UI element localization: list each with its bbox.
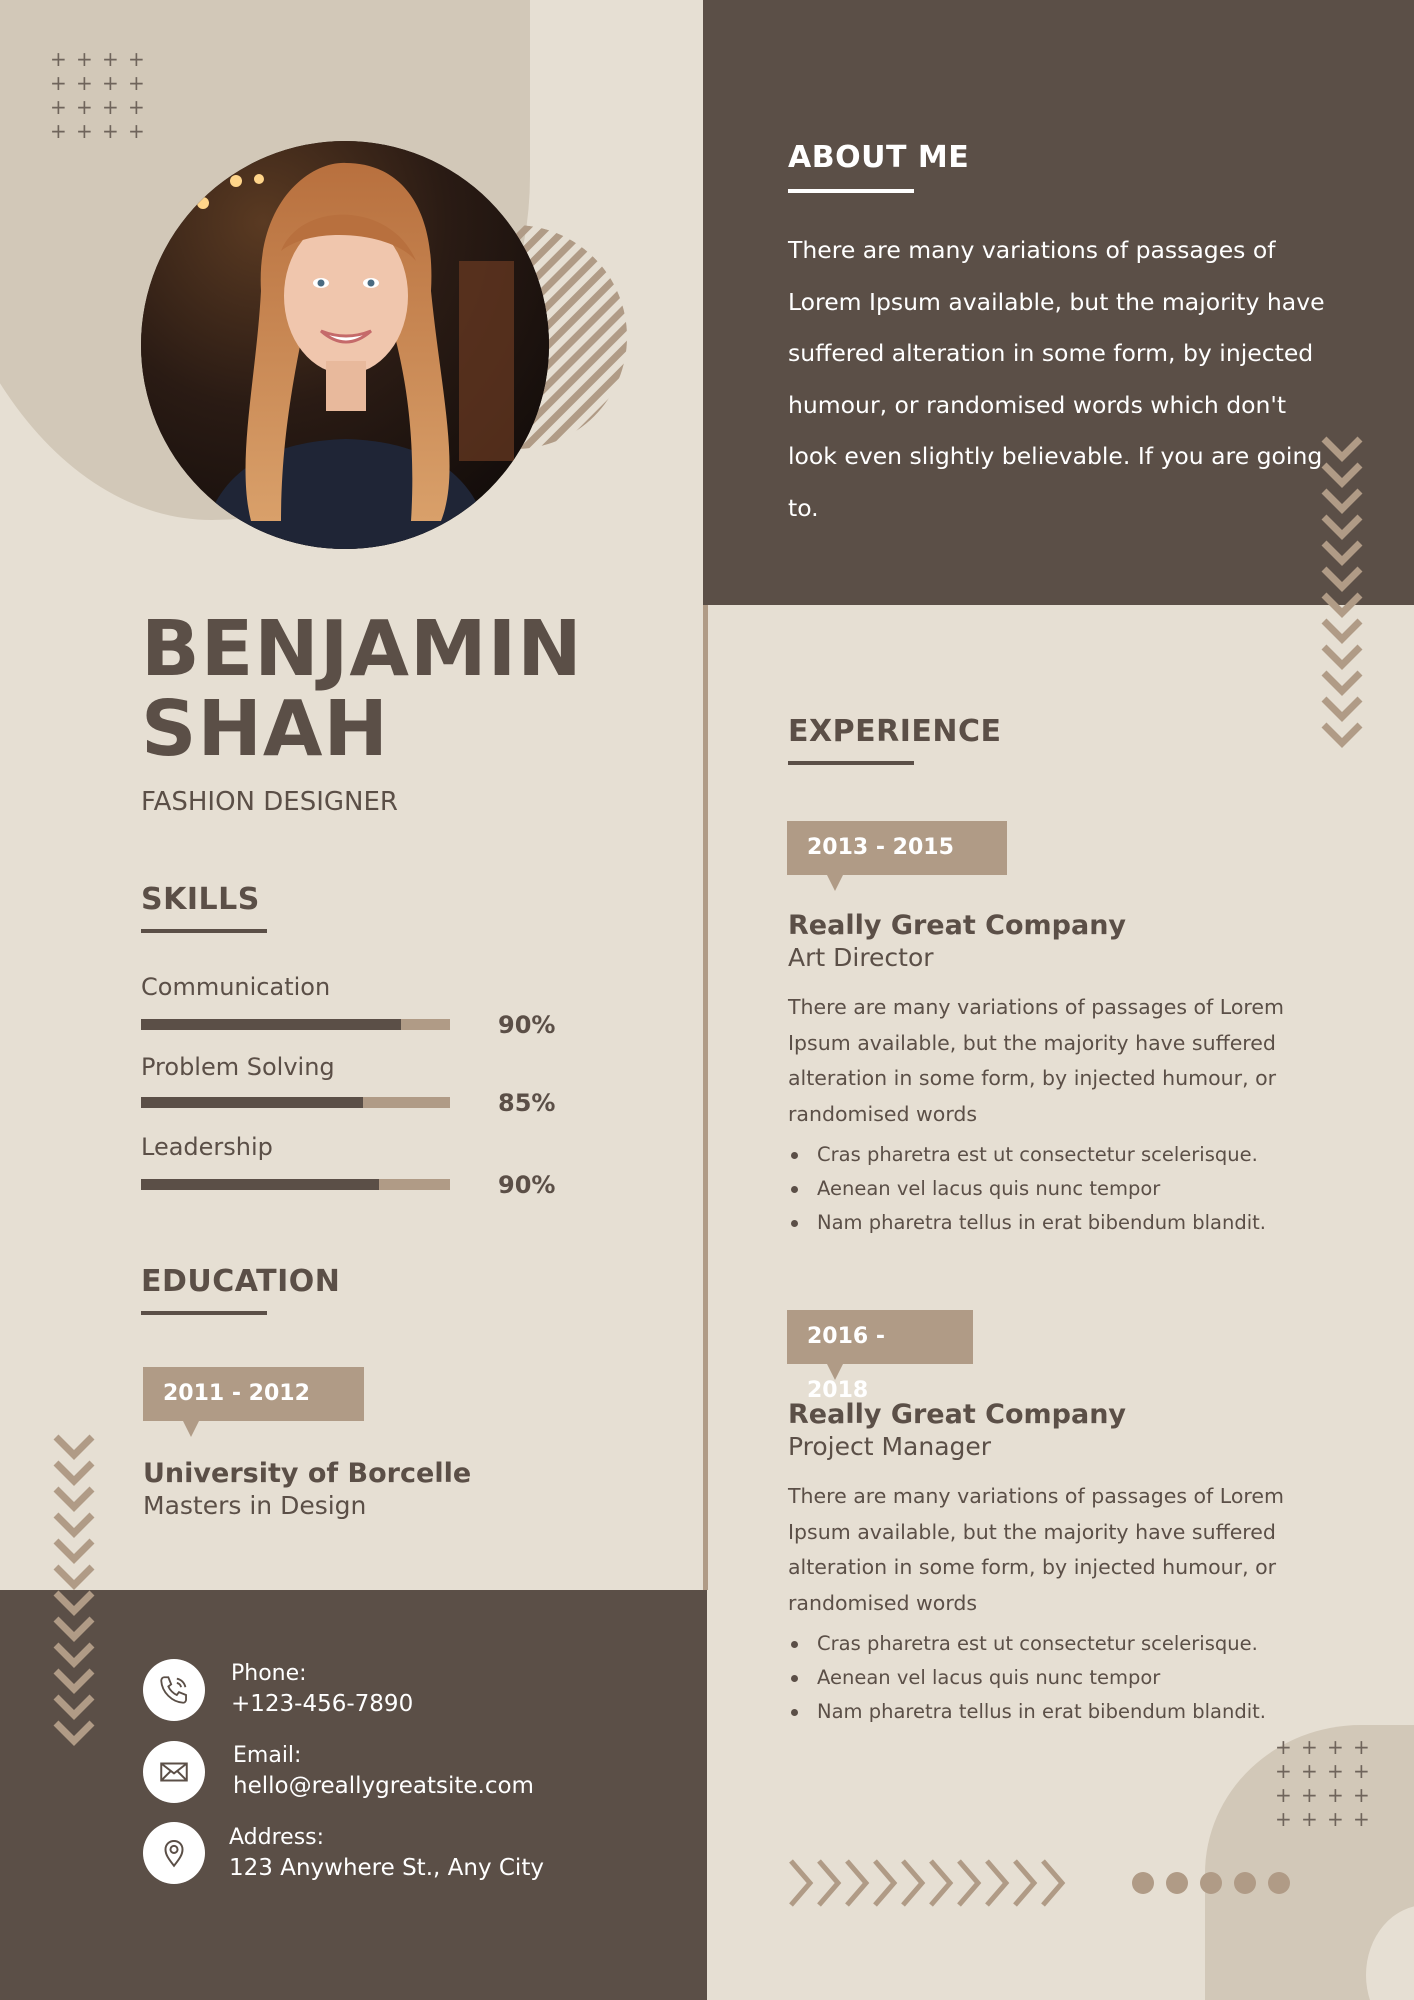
job-role: Project Manager	[788, 1432, 992, 1461]
experience-year-tag: 2016 - 2018	[787, 1310, 973, 1403]
skills-section: SKILLS	[141, 882, 267, 933]
education-year-tag: 2011 - 2012	[143, 1367, 364, 1437]
skill-percent: 90%	[498, 1171, 556, 1199]
address-label: Address:	[229, 1825, 325, 1850]
education-heading-underline	[141, 1311, 267, 1315]
chevron-column-left-decoration	[53, 1434, 95, 1746]
experience-years: 2016 - 2018	[787, 1310, 973, 1403]
job-bullets: Cras pharetra est ut consectetur sceleri…	[788, 1627, 1348, 1729]
experience-section: EXPERIENCE	[788, 714, 1001, 765]
experience-heading-underline	[788, 761, 914, 765]
location-pin-icon	[164, 1839, 184, 1868]
contact-phone-text: Phone: +123-456-7890	[231, 1658, 413, 1720]
skill-item: Problem Solving 85%	[141, 1053, 591, 1133]
contact-phone	[143, 1659, 205, 1721]
about-text: There are many variations of passages of…	[788, 236, 1325, 522]
decorative-dot	[1166, 1872, 1188, 1894]
bullet-item: Aenean vel lacus quis nunc tempor	[788, 1172, 1348, 1206]
experience-entry: Really Great Company Art Director There …	[788, 910, 1348, 1240]
phone-icon-circle	[143, 1659, 205, 1721]
education-entry: University of Borcelle Masters in Design	[143, 1458, 471, 1520]
phone-label: Phone:	[231, 1661, 307, 1686]
skill-percent: 90%	[498, 1011, 556, 1039]
mail-icon-circle	[143, 1741, 205, 1803]
skill-bar	[141, 1019, 450, 1030]
job-description: There are many variations of passages of…	[788, 995, 1284, 1126]
last-name: SHAH	[141, 685, 389, 774]
job-bullets: Cras pharetra est ut consectetur sceleri…	[788, 1138, 1348, 1240]
bullet-item: Aenean vel lacus quis nunc tempor	[788, 1661, 1348, 1695]
location-icon-circle	[143, 1822, 205, 1884]
skills-heading-underline	[141, 929, 267, 933]
decorative-dot	[1132, 1872, 1154, 1894]
contact-email	[143, 1741, 205, 1803]
bullet-item: Cras pharetra est ut consectetur sceleri…	[788, 1627, 1348, 1661]
skill-bar-fill	[141, 1097, 364, 1108]
bullet-item: Cras pharetra est ut consectetur sceleri…	[788, 1138, 1348, 1172]
email-label: Email:	[233, 1743, 302, 1768]
experience-entry: Really Great Company Project Manager The…	[788, 1399, 1348, 1729]
job-description: There are many variations of passages of…	[788, 1484, 1284, 1615]
skill-bar-fill	[141, 1179, 379, 1190]
phone-icon	[160, 1676, 187, 1704]
skill-bar-fill	[141, 1019, 401, 1030]
bullet-item: Nam pharetra tellus in erat bibendum bla…	[788, 1695, 1348, 1729]
experience-year-tag: 2013 - 2015	[787, 821, 1007, 891]
decorative-dot	[1268, 1872, 1290, 1894]
education-heading: EDUCATION	[141, 1264, 341, 1299]
profile-photo	[141, 141, 549, 549]
tag-pointer	[183, 1421, 199, 1437]
skill-bar	[141, 1097, 450, 1108]
about-heading-underline	[788, 189, 914, 193]
education-section: EDUCATION	[141, 1264, 340, 1315]
job-role: Art Director	[788, 943, 934, 972]
contact-email-text: Email: hello@reallygreatsite.com	[233, 1740, 534, 1802]
decorative-dot	[1200, 1872, 1222, 1894]
mail-icon	[160, 1762, 188, 1782]
skill-label: Problem Solving	[141, 1053, 335, 1081]
about-section: ABOUT ME	[788, 140, 969, 193]
skill-bar	[141, 1179, 450, 1190]
experience-years: 2013 - 2015	[787, 821, 1007, 875]
contact-address-text: Address: 123 Anywhere St., Any City	[229, 1822, 544, 1884]
first-name: BENJAMIN	[141, 605, 583, 694]
experience-heading: EXPERIENCE	[788, 714, 1002, 749]
plus-pattern-top-left: + + + + + + + + + + + + + + + +	[50, 47, 145, 143]
skill-label: Leadership	[141, 1133, 273, 1161]
bullet-item: Nam pharetra tellus in erat bibendum bla…	[788, 1206, 1348, 1240]
company-name: Really Great Company	[788, 1399, 1127, 1430]
about-heading: ABOUT ME	[788, 140, 970, 175]
tag-pointer	[827, 875, 843, 891]
email-address[interactable]: hello@reallygreatsite.com	[233, 1771, 534, 1802]
profile-name: BENJAMIN SHAH	[141, 610, 583, 770]
skills-heading: SKILLS	[141, 882, 260, 917]
resume-page: + + + + + + + + + + + + + + + + + + + + + + + + + + + + + + + +	[0, 0, 1414, 2000]
degree: Masters in Design	[143, 1491, 367, 1520]
school-name: University of Borcelle	[143, 1458, 472, 1489]
skills-list: Communication 90% Problem Solving 85% Le…	[141, 973, 591, 1213]
skill-percent: 85%	[498, 1089, 556, 1117]
dot-row-decoration	[1132, 1872, 1302, 1898]
decorative-dot	[1234, 1872, 1256, 1894]
contact-address	[143, 1822, 205, 1884]
education-years: 2011 - 2012	[143, 1367, 364, 1421]
skill-item: Communication 90%	[141, 973, 591, 1053]
chevron-row-decoration	[789, 1859, 1066, 1907]
job-title: FASHION DESIGNER	[141, 787, 398, 817]
skill-item: Leadership 90%	[141, 1133, 591, 1213]
company-name: Really Great Company	[788, 910, 1127, 941]
chevron-column-right-decoration	[1321, 436, 1363, 748]
phone-number[interactable]: +123-456-7890	[231, 1689, 413, 1720]
skill-label: Communication	[141, 973, 331, 1001]
street-address: 123 Anywhere St., Any City	[229, 1855, 544, 1881]
plus-pattern-bottom-right: + + + + + + + + + + + + + + + +	[1275, 1735, 1370, 1831]
column-divider	[703, 605, 708, 1590]
